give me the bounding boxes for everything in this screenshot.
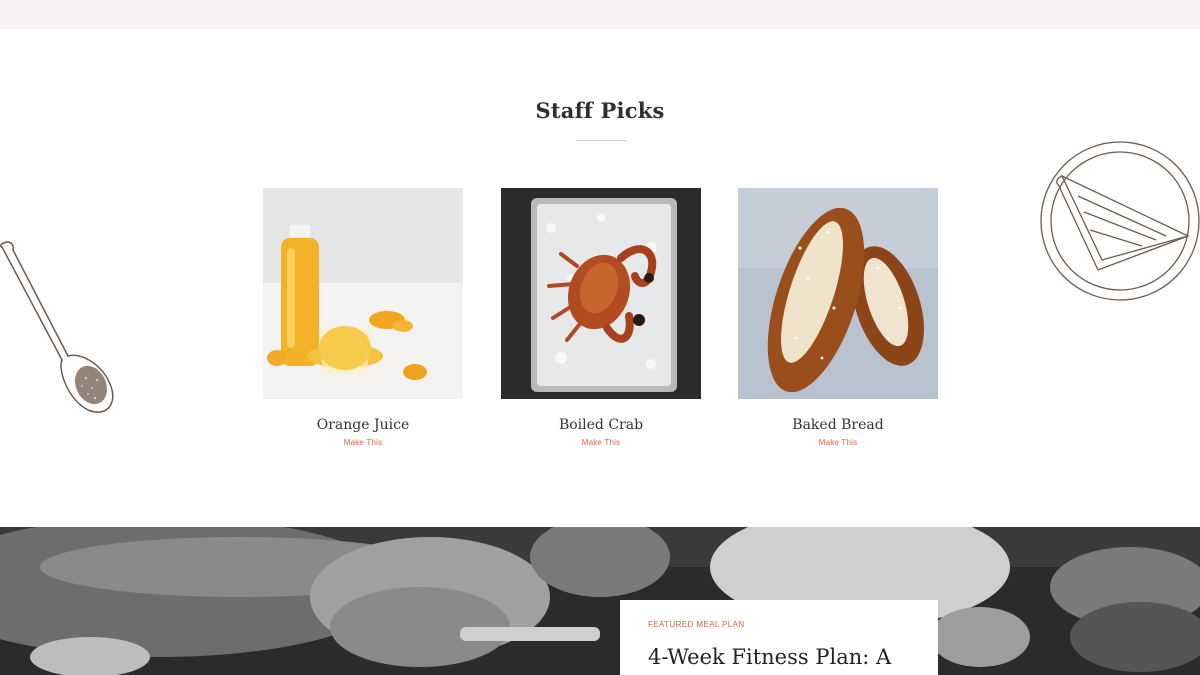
section-title: Staff Picks [535,98,665,123]
featured-meal-plan-card[interactable]: FEATURED MEAL PLAN 4-Week Fitness Plan: … [620,600,938,675]
baked-bread-photo[interactable] [738,188,938,399]
card-baked-bread[interactable]: Baked Bread Make This [738,188,938,447]
boiled-crab-photo[interactable] [501,188,701,399]
chef-cutting-photo [0,527,1200,675]
card-orange-juice[interactable]: Orange Juice Make This [263,188,463,447]
make-this-link[interactable]: Make This [501,438,701,447]
title-divider [576,140,626,141]
make-this-link[interactable]: Make This [263,438,463,447]
make-this-link[interactable]: Make This [738,438,938,447]
featured-hero [0,527,1200,675]
top-strip [0,0,1200,29]
card-boiled-crab[interactable]: Boiled Crab Make This [501,188,701,447]
featured-title[interactable]: 4-Week Fitness Plan: A [648,645,938,669]
card-title: Boiled Crab [558,417,644,433]
featured-label: FEATURED MEAL PLAN [648,620,745,629]
orange-juice-photo[interactable] [263,188,463,399]
spoon-illustration [0,241,114,413]
plate-illustration [1040,141,1200,301]
card-title: Baked Bread [792,417,884,433]
card-title: Orange Juice [316,417,410,433]
